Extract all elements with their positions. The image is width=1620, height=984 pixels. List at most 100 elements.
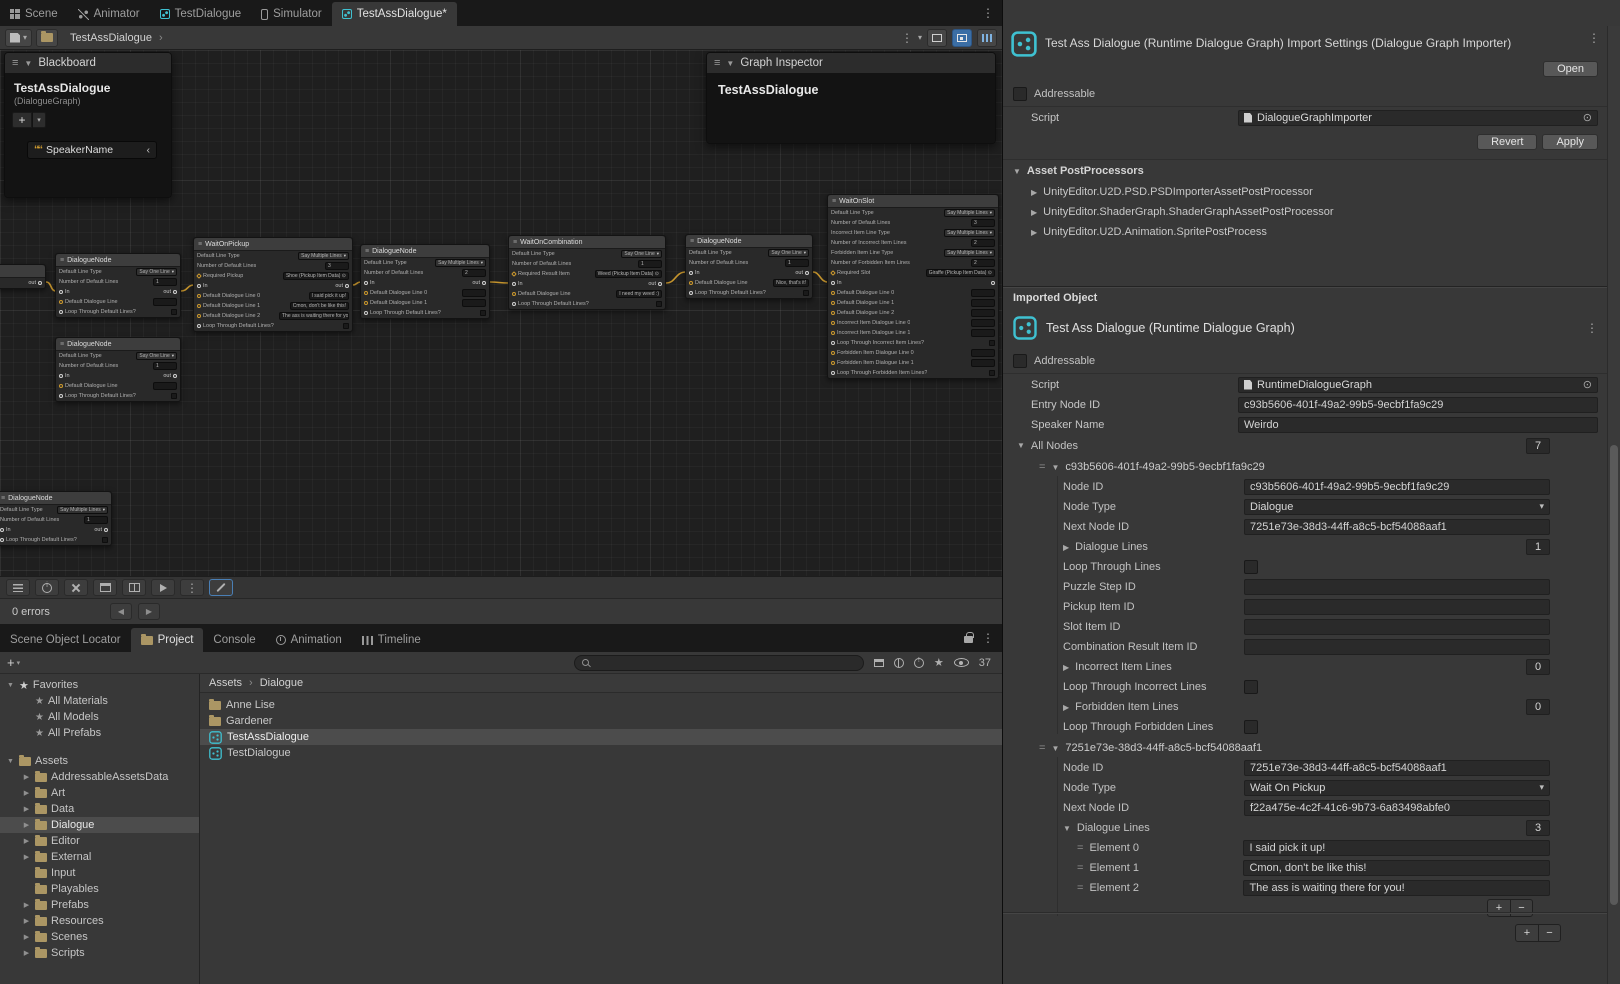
add-element-button[interactable]: + bbox=[1516, 925, 1538, 941]
drag-handle-icon[interactable] bbox=[1077, 862, 1083, 874]
visibility-eye-icon[interactable] bbox=[954, 658, 969, 667]
node-dropdown[interactable]: Say One Line▾ bbox=[768, 249, 809, 257]
node-field-value[interactable]: The ass is waiting there for you! bbox=[279, 312, 349, 320]
graph-node[interactable]: ≡ WaitOnCombination Default Line Type Sa… bbox=[508, 235, 666, 310]
input-port-icon[interactable] bbox=[59, 374, 63, 378]
foldout-arrow-icon[interactable] bbox=[1063, 661, 1069, 673]
lock-icon[interactable] bbox=[964, 636, 973, 643]
next-error-button[interactable]: ▶ bbox=[138, 603, 160, 620]
input-port-icon[interactable] bbox=[364, 311, 368, 315]
node-title-bar[interactable]: ≡ DialogueNode bbox=[0, 492, 111, 505]
alert-icon[interactable] bbox=[914, 658, 924, 668]
node-field-value[interactable] bbox=[153, 382, 177, 390]
object-picker-icon[interactable]: ⊙ bbox=[1583, 378, 1592, 391]
breadcrumb-item[interactable]: TestAssDialogue bbox=[70, 32, 152, 44]
input-port-icon[interactable] bbox=[831, 371, 835, 375]
tree-row[interactable]: ▶ External bbox=[0, 849, 199, 865]
node-dropdown[interactable]: Say One Line▾ bbox=[621, 250, 662, 258]
dock-tab[interactable]: Animation bbox=[266, 628, 352, 652]
hamburger-icon[interactable]: ≡ bbox=[714, 57, 720, 69]
overflow-menu-icon[interactable]: ⋮ bbox=[901, 31, 913, 45]
node-checkbox[interactable] bbox=[102, 537, 108, 543]
dock-tab[interactable]: Project bbox=[131, 628, 204, 652]
node-checkbox[interactable] bbox=[171, 393, 177, 399]
input-port-icon[interactable] bbox=[59, 300, 63, 304]
dock-tab[interactable]: Timeline bbox=[352, 628, 431, 652]
input-port-icon[interactable] bbox=[197, 304, 201, 308]
expand-field-icon[interactable]: ‹ bbox=[147, 144, 151, 156]
node-field-value[interactable] bbox=[971, 359, 995, 367]
input-port-icon[interactable] bbox=[831, 321, 835, 325]
create-asset-button[interactable]: + ▾ bbox=[7, 655, 20, 670]
drag-handle-icon[interactable] bbox=[1039, 461, 1045, 473]
foldout-arrow-icon[interactable] bbox=[1051, 742, 1059, 754]
tree-row[interactable]: ▶ Editor bbox=[0, 833, 199, 849]
hamburger-icon[interactable]: ≡ bbox=[12, 57, 18, 69]
blackboard-button[interactable] bbox=[6, 579, 30, 596]
add-property-caret-icon[interactable]: ▾ bbox=[33, 112, 46, 128]
edit-mode-button[interactable] bbox=[209, 579, 233, 596]
entry-node-id-field[interactable]: c93b5606-401f-49a2-99b5-9ecbf1fa9c29 bbox=[1238, 397, 1598, 413]
checkbox[interactable] bbox=[1244, 680, 1258, 694]
node-group-header[interactable]: c93b5606-401f-49a2-99b5-9ecbf1fa9c29 bbox=[1003, 457, 1608, 476]
asset-row[interactable]: TestDialogue bbox=[200, 745, 1002, 761]
scrollbar-thumb[interactable] bbox=[1610, 445, 1618, 905]
tree-row[interactable]: ▶ AddressableAssetsData bbox=[0, 769, 199, 785]
blackboard-field[interactable]: SpeakerName ‹ bbox=[27, 141, 157, 159]
node-dropdown[interactable]: Say Multiple Lines▾ bbox=[944, 229, 995, 237]
tree-row[interactable]: Playables bbox=[0, 881, 199, 897]
script-object-field[interactable]: DialogueGraphImporter ⊙ bbox=[1238, 110, 1598, 126]
input-port-icon[interactable] bbox=[512, 282, 516, 286]
remove-element-button[interactable]: − bbox=[1510, 900, 1532, 916]
input-port-icon[interactable] bbox=[830, 270, 836, 276]
dock-tab[interactable]: Console bbox=[203, 628, 265, 652]
tools-button[interactable] bbox=[64, 579, 88, 596]
input-port-icon[interactable] bbox=[831, 341, 835, 345]
input-port-icon[interactable] bbox=[197, 284, 201, 288]
dropdown-field[interactable]: Wait On Pickup▾ bbox=[1244, 780, 1550, 796]
node-field-value[interactable] bbox=[971, 319, 995, 327]
node-title-bar[interactable]: ≡ DialogueNode bbox=[56, 338, 180, 351]
output-port-icon[interactable] bbox=[104, 528, 108, 532]
node-field-value[interactable] bbox=[462, 289, 486, 297]
foldout-arrow-icon[interactable] bbox=[1063, 822, 1071, 834]
foldout-arrow-icon[interactable]: ▶ bbox=[22, 933, 31, 941]
node-field-value[interactable]: I said pick it up! bbox=[309, 292, 349, 300]
breadcrumb-current[interactable]: Dialogue bbox=[260, 677, 303, 689]
node-dropdown[interactable]: Say Multiple Lines▾ bbox=[435, 259, 486, 267]
node-field-value[interactable]: Weed (Pickup Item Data) bbox=[595, 270, 662, 278]
output-port-icon[interactable] bbox=[38, 281, 42, 285]
input-port-icon[interactable] bbox=[59, 290, 63, 294]
array-size-field[interactable]: 3 bbox=[1526, 820, 1550, 836]
foldout-arrow-icon[interactable] bbox=[1063, 541, 1069, 553]
open-button[interactable]: Open bbox=[1543, 61, 1598, 77]
blackboard-toggle-button[interactable] bbox=[952, 29, 972, 47]
postprocessor-item[interactable]: ▶ UnityEditor.ShaderGraph.ShaderGraphAss… bbox=[1003, 202, 1608, 222]
node-checkbox[interactable] bbox=[171, 309, 177, 315]
foldout-arrow-icon[interactable] bbox=[1063, 701, 1069, 713]
node-field-value[interactable]: 3 bbox=[325, 262, 349, 270]
foldout-arrow-icon[interactable]: ▶ bbox=[22, 789, 31, 797]
node-checkbox[interactable] bbox=[989, 370, 995, 376]
text-field[interactable]: c93b5606-401f-49a2-99b5-9ecbf1fa9c29 bbox=[1244, 479, 1550, 495]
graph-node[interactable]: ≡ DialogueNode Default Line Type Say Mul… bbox=[360, 244, 490, 319]
checkbox[interactable] bbox=[1244, 560, 1258, 574]
input-port-icon[interactable] bbox=[0, 528, 4, 532]
text-field[interactable] bbox=[1244, 599, 1550, 615]
tree-row[interactable]: All Models bbox=[0, 709, 199, 725]
node-field-value[interactable]: 2 bbox=[971, 259, 995, 267]
input-port-icon[interactable] bbox=[364, 301, 368, 305]
object-picker-icon[interactable]: ⊙ bbox=[1583, 111, 1592, 124]
node-field-value[interactable]: 1 bbox=[785, 259, 809, 267]
tree-row[interactable]: Input bbox=[0, 865, 199, 881]
text-field[interactable] bbox=[1244, 639, 1550, 655]
input-port-icon[interactable] bbox=[831, 311, 835, 315]
collapse-arrow-icon[interactable]: ▼ bbox=[726, 59, 734, 68]
input-port-icon[interactable] bbox=[831, 301, 835, 305]
input-port-icon[interactable] bbox=[689, 271, 693, 275]
graph-node[interactable]: ≡ DialogueNode Default Line Type Say One… bbox=[685, 234, 813, 299]
node-field-value[interactable]: 2 bbox=[971, 239, 995, 247]
tree-row[interactable]: ▶ Scenes bbox=[0, 929, 199, 945]
postprocessor-item[interactable]: ▶ UnityEditor.U2D.Animation.SpritePostPr… bbox=[1003, 222, 1608, 242]
speaker-name-field[interactable]: Weirdo bbox=[1238, 417, 1598, 433]
